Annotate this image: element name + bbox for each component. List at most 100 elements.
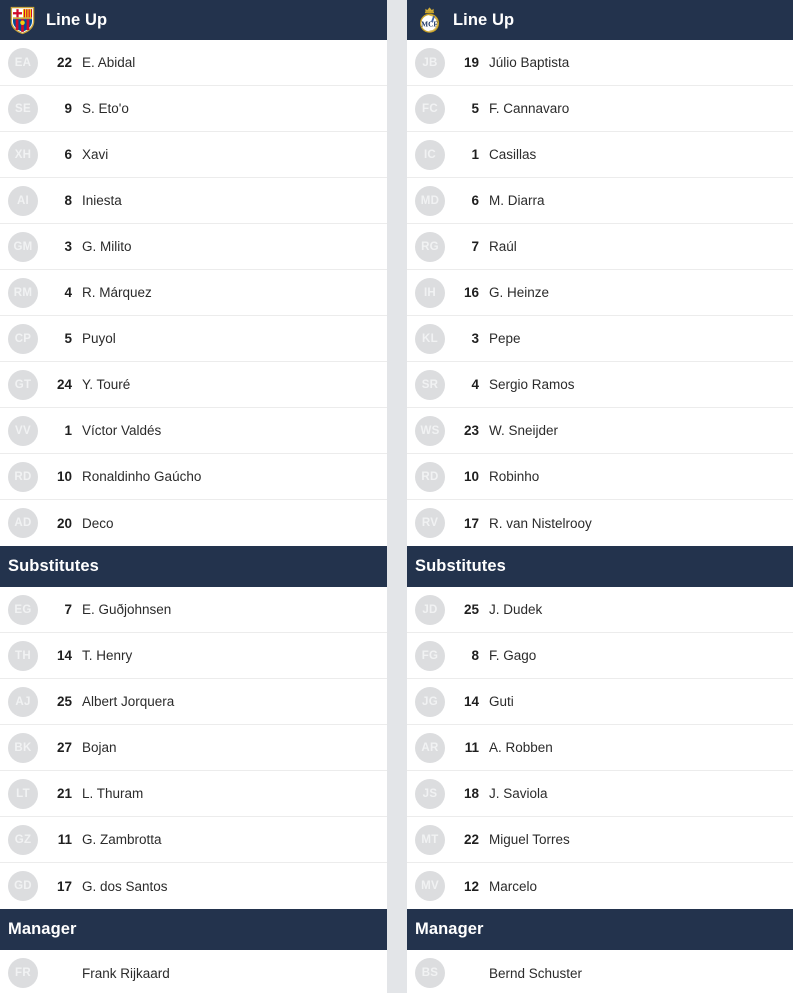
fc-barcelona-crest <box>10 6 35 34</box>
shirt-number: 1 <box>64 423 72 438</box>
lineup-title-away: Line Up <box>453 10 515 29</box>
lineup-title-home: Line Up <box>46 10 108 29</box>
lineup-row-home-3[interactable]: AI 8 Iniesta <box>0 178 387 224</box>
player-name: W. Sneijder <box>489 423 559 438</box>
lineup-row-away-7[interactable]: SR 4 Sergio Ramos <box>407 362 793 408</box>
avatar: SE <box>8 93 38 124</box>
substitute-row-away-5[interactable]: MT 22 Miguel Torres <box>407 817 793 863</box>
shirt-number: 7 <box>64 602 72 617</box>
shirt-number: 11 <box>57 832 72 847</box>
shirt-number: 18 <box>463 786 479 801</box>
team-column-home: Line Up EA 22 E. Abidal SE 9 S. Eto'o XH… <box>0 0 387 996</box>
shirt-number: 25 <box>56 694 72 709</box>
lineup-row-home-1[interactable]: SE 9 S. Eto'o <box>0 86 387 132</box>
manager-row-away[interactable]: BS Bernd Schuster <box>407 950 793 996</box>
avatar: RM <box>8 277 38 308</box>
avatar: EG <box>8 594 38 625</box>
lineup-row-home-2[interactable]: XH 6 Xavi <box>0 132 387 178</box>
lineup-row-away-3[interactable]: MD 6 M. Diarra <box>407 178 793 224</box>
avatar: BS <box>415 958 445 988</box>
avatar: FR <box>8 958 38 988</box>
player-name: Sergio Ramos <box>489 377 575 392</box>
lineup-row-away-4[interactable]: RG 7 Raúl <box>407 224 793 270</box>
shirt-number: 27 <box>56 740 72 755</box>
lineup-row-away-10[interactable]: RV 17 R. van Nistelrooy <box>407 500 793 546</box>
manager-name: Bernd Schuster <box>489 965 583 981</box>
shirt-number: 14 <box>463 694 479 709</box>
manager-row-home[interactable]: FR Frank Rijkaard <box>0 950 387 996</box>
avatar: BK <box>8 732 38 763</box>
manager-list-home: FR Frank Rijkaard <box>0 950 387 996</box>
lineup-row-home-10[interactable]: AD 20 Deco <box>0 500 387 546</box>
substitute-row-home-3[interactable]: BK 27 Bojan <box>0 725 387 771</box>
player-name: Y. Touré <box>82 377 131 392</box>
lineup-row-away-5[interactable]: IH 16 G. Heinze <box>407 270 793 316</box>
player-name: G. Heinze <box>489 285 550 300</box>
player-name: Robinho <box>489 469 540 484</box>
substitutes-title-away: Substitutes <box>415 557 506 576</box>
lineup-row-away-0[interactable]: JB 19 Júlio Baptista <box>407 40 793 86</box>
lineup-row-away-2[interactable]: IC 1 Casillas <box>407 132 793 178</box>
substitute-row-home-0[interactable]: EG 7 E. Guðjohnsen <box>0 587 387 633</box>
substitute-row-away-4[interactable]: JS 18 J. Saviola <box>407 771 793 817</box>
shirt-number: 20 <box>56 515 72 531</box>
real-madrid-crest: MCF <box>419 6 440 33</box>
lineup-row-away-8[interactable]: WS 23 W. Sneijder <box>407 408 793 454</box>
substitutes-header-home: Substitutes <box>0 546 387 587</box>
shirt-number: 17 <box>56 878 72 894</box>
shirt-number: 8 <box>64 193 72 208</box>
avatar: IH <box>415 277 445 308</box>
substitute-row-home-2[interactable]: AJ 25 Albert Jorquera <box>0 679 387 725</box>
lineup-row-home-4[interactable]: GM 3 G. Milito <box>0 224 387 270</box>
lineup-row-home-9[interactable]: RD 10 Ronaldinho Gaúcho <box>0 454 387 500</box>
lineup-row-home-5[interactable]: RM 4 R. Márquez <box>0 270 387 316</box>
shirt-number: 23 <box>463 423 479 438</box>
shirt-number: 16 <box>463 285 479 300</box>
avatar: SR <box>415 369 445 400</box>
substitute-row-away-2[interactable]: JG 14 Guti <box>407 679 793 725</box>
shirt-number: 17 <box>463 515 479 531</box>
substitute-row-away-6[interactable]: MV 12 Marcelo <box>407 863 793 909</box>
player-name: M. Diarra <box>489 193 545 208</box>
player-name: R. Márquez <box>82 285 152 300</box>
lineup-row-away-6[interactable]: KL 3 Pepe <box>407 316 793 362</box>
substitute-row-away-0[interactable]: JD 25 J. Dudek <box>407 587 793 633</box>
shirt-number: 8 <box>471 648 479 663</box>
shirt-number: 22 <box>463 832 479 847</box>
avatar: JG <box>415 686 445 717</box>
player-name: Bojan <box>82 740 117 755</box>
player-name: A. Robben <box>489 740 553 755</box>
substitute-row-home-5[interactable]: GZ 11 G. Zambrotta <box>0 817 387 863</box>
avatar: XH <box>8 139 38 170</box>
manager-name: Frank Rijkaard <box>82 965 170 981</box>
avatar: VV <box>8 415 38 446</box>
substitute-row-away-3[interactable]: AR 11 A. Robben <box>407 725 793 771</box>
player-name: R. van Nistelrooy <box>489 515 592 531</box>
avatar: FC <box>415 93 445 124</box>
substitute-row-away-1[interactable]: FG 8 F. Gago <box>407 633 793 679</box>
lineup-row-home-0[interactable]: EA 22 E. Abidal <box>0 40 387 86</box>
shirt-number: 14 <box>56 648 72 663</box>
avatar: RD <box>415 461 445 492</box>
player-name: Marcelo <box>489 878 538 894</box>
player-name: Puyol <box>82 331 116 346</box>
avatar: AI <box>8 185 38 216</box>
lineup-row-away-9[interactable]: RD 10 Robinho <box>407 454 793 500</box>
shirt-number: 3 <box>64 239 72 254</box>
lineup-row-home-8[interactable]: VV 1 Víctor Valdés <box>0 408 387 454</box>
substitute-row-home-6[interactable]: GD 17 G. dos Santos <box>0 863 387 909</box>
shirt-number: 19 <box>463 55 479 70</box>
avatar: GD <box>8 871 38 901</box>
column-gutter <box>387 0 407 993</box>
substitute-row-home-4[interactable]: LT 21 L. Thuram <box>0 771 387 817</box>
substitute-row-home-1[interactable]: TH 14 T. Henry <box>0 633 387 679</box>
lineup-row-away-1[interactable]: FC 5 F. Cannavaro <box>407 86 793 132</box>
manager-title-away: Manager <box>415 920 484 939</box>
avatar: IC <box>415 139 445 170</box>
player-name: Ronaldinho Gaúcho <box>82 469 202 484</box>
avatar: AJ <box>8 686 38 717</box>
lineup-row-home-7[interactable]: GT 24 Y. Touré <box>0 362 387 408</box>
avatar: CP <box>8 323 38 354</box>
player-name: Pepe <box>489 331 521 346</box>
lineup-row-home-6[interactable]: CP 5 Puyol <box>0 316 387 362</box>
